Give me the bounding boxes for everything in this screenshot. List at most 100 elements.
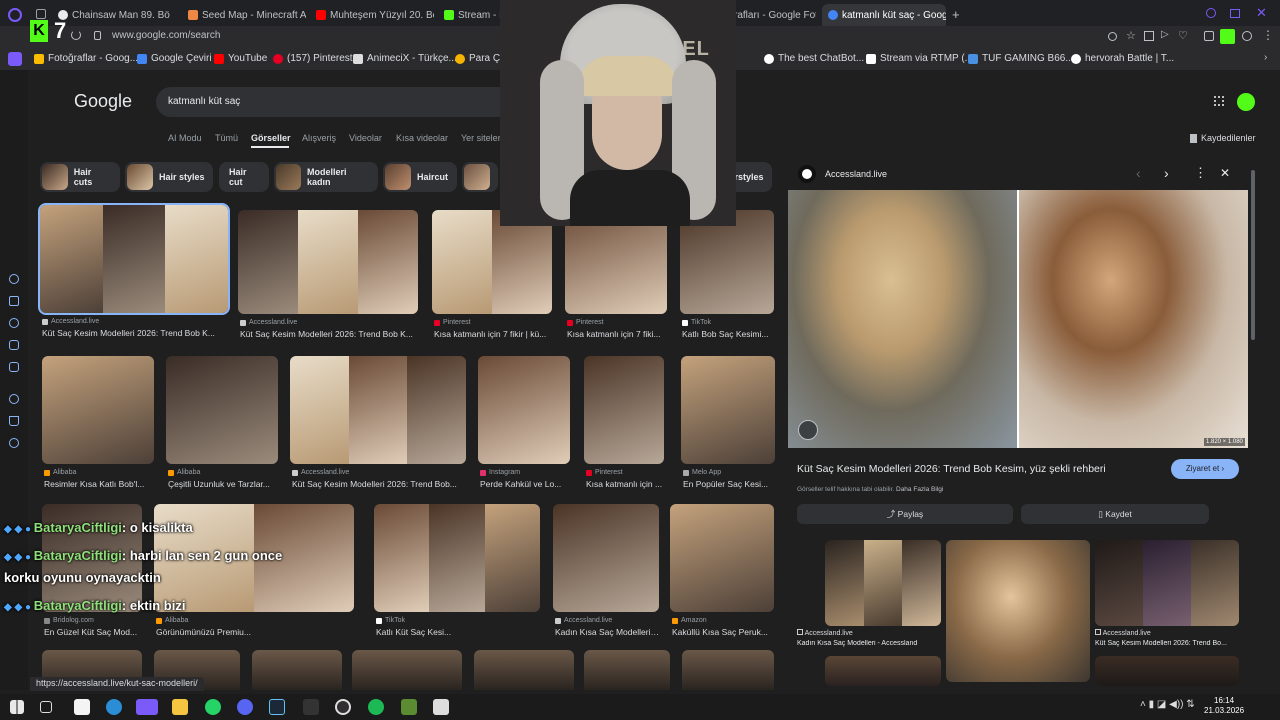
related-title[interactable]: Küt Saç Kesim Modelleri 2026: Trend Bo..… bbox=[1095, 640, 1241, 647]
result-thumbnail[interactable] bbox=[38, 203, 230, 315]
tab-search-icon[interactable] bbox=[36, 9, 46, 19]
chip-hair-styles[interactable]: Hair styles bbox=[125, 162, 213, 192]
sidebar-chatgpt-icon[interactable] bbox=[9, 274, 19, 284]
more-options-icon[interactable]: ⋮ bbox=[1194, 165, 1207, 181]
store-icon[interactable] bbox=[74, 699, 90, 715]
chip-hair-cut[interactable]: Hair cut bbox=[219, 162, 269, 192]
result-title[interactable]: Katlı Bob Saç Kesimi... bbox=[682, 329, 776, 339]
close-window-icon[interactable]: ✕ bbox=[1256, 5, 1267, 21]
heart-icon[interactable]: ♡ bbox=[1178, 29, 1188, 42]
tab-local-sites[interactable]: Yer siteleri bbox=[461, 133, 503, 143]
related-image-5[interactable] bbox=[1095, 656, 1239, 686]
image-result-partial[interactable] bbox=[252, 650, 342, 690]
result-title[interactable]: Kısa katmanlı için 7 fiki... bbox=[567, 329, 669, 339]
save-button[interactable]: ▯ Kaydet bbox=[1021, 504, 1209, 524]
tab-google-search[interactable]: katmanlı küt saç - Google bbox=[822, 4, 946, 26]
result-thumbnail[interactable] bbox=[584, 356, 664, 464]
chip-haircut[interactable]: Haircut bbox=[383, 162, 457, 192]
tab-images[interactable]: Görseller bbox=[251, 133, 291, 143]
prev-image-icon[interactable]: ‹ bbox=[1136, 165, 1141, 181]
tab-short-videos[interactable]: Kısa videolar bbox=[396, 133, 448, 143]
obs-icon[interactable] bbox=[335, 699, 351, 715]
result-thumbnail[interactable] bbox=[290, 356, 466, 464]
related-image-1[interactable] bbox=[825, 540, 941, 626]
bookmarks-overflow-icon[interactable]: › bbox=[1264, 52, 1267, 63]
image-result-partial[interactable] bbox=[352, 650, 462, 690]
related-image-4[interactable] bbox=[825, 656, 941, 686]
lens-search-icon[interactable] bbox=[798, 420, 818, 440]
account-avatar[interactable] bbox=[1237, 93, 1255, 111]
restore-icon[interactable] bbox=[1230, 9, 1240, 18]
visit-button[interactable]: Ziyaret et › bbox=[1171, 459, 1239, 479]
bookmark-photos[interactable]: Fotoğraflar - Goog... bbox=[34, 53, 138, 64]
related-image-2[interactable] bbox=[946, 540, 1090, 682]
bookmark-translate[interactable]: Google Çeviri bbox=[137, 53, 212, 64]
kick-extension-icon[interactable] bbox=[1220, 29, 1235, 44]
result-thumbnail[interactable] bbox=[478, 356, 570, 464]
panel-title[interactable]: Küt Saç Kesim Modelleri 2026: Trend Bob … bbox=[797, 463, 1106, 475]
zoom-search-icon[interactable] bbox=[1108, 32, 1117, 41]
sidebar-discord-icon[interactable] bbox=[9, 362, 19, 372]
chip-hair-cuts[interactable]: Hair cuts bbox=[40, 162, 120, 192]
apps-grid-icon[interactable] bbox=[1214, 96, 1224, 106]
result-thumbnail[interactable] bbox=[681, 356, 775, 464]
panel-scrollbar[interactable] bbox=[1251, 170, 1255, 340]
edge-icon[interactable] bbox=[106, 699, 122, 715]
sidebar-history-icon[interactable] bbox=[9, 394, 19, 404]
tab-kick-stream[interactable]: Stream - Ki bbox=[444, 4, 500, 26]
minecraft-icon[interactable] bbox=[401, 699, 417, 715]
tab-photos[interactable]: rafları - Google Fotoğ bbox=[734, 4, 816, 26]
bookmark-rtmp[interactable]: Stream via RTMP (... bbox=[866, 53, 973, 64]
result-title[interactable]: Perde Kahkül ve Lo... bbox=[480, 479, 572, 489]
panel-site-name[interactable]: Accessland.live bbox=[825, 169, 887, 179]
sidebar-whatsapp-icon[interactable] bbox=[9, 318, 19, 328]
photos-icon[interactable] bbox=[433, 699, 449, 715]
browser-app-icon[interactable] bbox=[136, 699, 158, 715]
image-result-partial[interactable] bbox=[474, 650, 574, 690]
sidebar-instagram-icon[interactable] bbox=[9, 340, 19, 350]
share-button[interactable]: ⤴ Paylaş bbox=[797, 504, 1013, 524]
screenshot-icon[interactable] bbox=[1144, 31, 1154, 41]
result-title[interactable]: En Güzel Küt Saç Mod... bbox=[44, 627, 144, 637]
tab-seedmap[interactable]: Seed Map - Minecraft App bbox=[188, 4, 306, 26]
minimize-icon[interactable] bbox=[1206, 8, 1216, 18]
result-title[interactable]: Kısa katmanlı için ... bbox=[586, 479, 666, 489]
related-title[interactable]: Kadın Kısa Saç Modelleri - Accessland bbox=[797, 640, 943, 647]
image-result-partial[interactable] bbox=[584, 650, 670, 690]
result-title[interactable]: Küt Saç Kesim Modelleri 2026: Trend Bob.… bbox=[292, 479, 468, 489]
explorer-icon[interactable] bbox=[172, 699, 188, 715]
result-title[interactable]: Kısa katmanlı için 7 fikir | kü... bbox=[434, 329, 554, 339]
sidebar-download-icon[interactable] bbox=[9, 416, 19, 426]
tab-videos[interactable]: Videolar bbox=[349, 133, 382, 143]
tab-muhtesem[interactable]: Muhteşem Yüzyıl 20. Bölü bbox=[316, 4, 434, 26]
url-field[interactable]: www.google.com/search bbox=[112, 30, 220, 41]
result-title[interactable]: Resimler Kısa Katlı Bob'l... bbox=[44, 479, 156, 489]
bookmark-youtube[interactable]: YouTube bbox=[214, 53, 267, 64]
epic-icon[interactable] bbox=[303, 699, 319, 715]
bookmark-pinterest[interactable]: (157) Pinterest bbox=[273, 53, 353, 64]
bookmark-star-icon[interactable]: ☆ bbox=[1126, 29, 1136, 42]
result-title[interactable]: Görünümünüzü Premiu... bbox=[156, 627, 356, 637]
result-thumbnail[interactable] bbox=[670, 504, 774, 612]
sidebar-settings-icon[interactable] bbox=[9, 438, 19, 448]
result-thumbnail[interactable] bbox=[374, 504, 540, 612]
whatsapp-icon[interactable] bbox=[205, 699, 221, 715]
related-image-3[interactable] bbox=[1095, 540, 1239, 626]
next-image-icon[interactable]: › bbox=[1164, 165, 1169, 181]
reload-icon[interactable] bbox=[71, 30, 81, 40]
result-title[interactable]: Küt Saç Kesim Modelleri 2026: Trend Bob … bbox=[240, 329, 420, 339]
result-title[interactable]: Kakúllü Kısa Saç Peruk... bbox=[672, 627, 776, 637]
bookmark-hervorah[interactable]: hervorah Battle | T... bbox=[1071, 53, 1174, 64]
sidebar-twitch-icon[interactable] bbox=[9, 296, 19, 306]
tab-shopping[interactable]: Alışveriş bbox=[302, 133, 336, 143]
chip-modelleri-kadin[interactable]: Modelleri kadın bbox=[274, 162, 378, 192]
result-thumbnail[interactable] bbox=[553, 504, 659, 612]
chip-partial[interactable] bbox=[462, 162, 498, 192]
image-result-partial[interactable] bbox=[682, 650, 774, 690]
close-panel-icon[interactable]: ✕ bbox=[1220, 166, 1230, 180]
result-title[interactable]: Çeşitli Uzunluk ve Tarzlar... bbox=[168, 479, 280, 489]
bookmark-chatbot[interactable]: The best ChatBot... bbox=[764, 53, 864, 64]
result-thumbnail[interactable] bbox=[166, 356, 278, 464]
profile-icon[interactable] bbox=[1242, 31, 1252, 41]
steam-icon[interactable] bbox=[269, 699, 285, 715]
